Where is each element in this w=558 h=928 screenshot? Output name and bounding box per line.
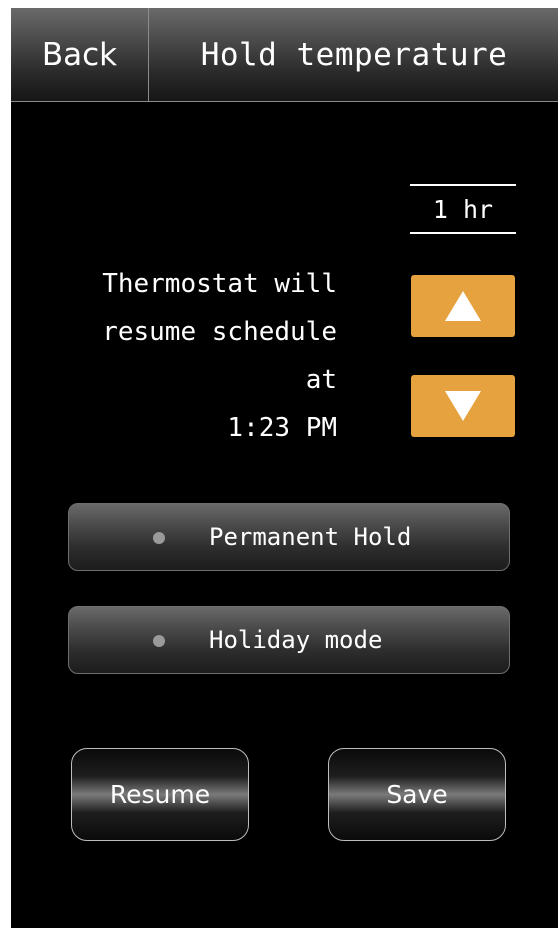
page-title: Hold temperature	[200, 36, 508, 73]
back-button[interactable]: Back	[11, 8, 149, 101]
holiday-mode-button[interactable]: Holiday mode	[68, 606, 510, 674]
triangle-down-icon	[445, 391, 481, 421]
radio-indicator-icon	[153, 635, 165, 647]
message-line: at	[305, 365, 337, 395]
resume-schedule-message: Thermostat will resume schedule at 1:23 …	[31, 260, 337, 452]
permanent-hold-button[interactable]: Permanent Hold	[68, 503, 510, 571]
permanent-hold-label: Permanent Hold	[209, 523, 412, 551]
thermostat-screen: Back Hold temperature 1 hr Thermostat wi…	[11, 8, 558, 928]
resume-time: 1:23 PM	[227, 413, 337, 443]
header-bar: Back Hold temperature	[11, 8, 558, 102]
save-button[interactable]: Save	[328, 748, 506, 841]
message-line: Thermostat will	[102, 269, 337, 299]
resume-button[interactable]: Resume	[71, 748, 249, 841]
triangle-up-icon	[445, 291, 481, 321]
hold-duration-display: 1 hr	[410, 184, 516, 234]
message-line: resume schedule	[102, 317, 337, 347]
increase-duration-button[interactable]	[411, 275, 515, 337]
decrease-duration-button[interactable]	[411, 375, 515, 437]
radio-indicator-icon	[153, 532, 165, 544]
holiday-mode-label: Holiday mode	[209, 626, 383, 654]
